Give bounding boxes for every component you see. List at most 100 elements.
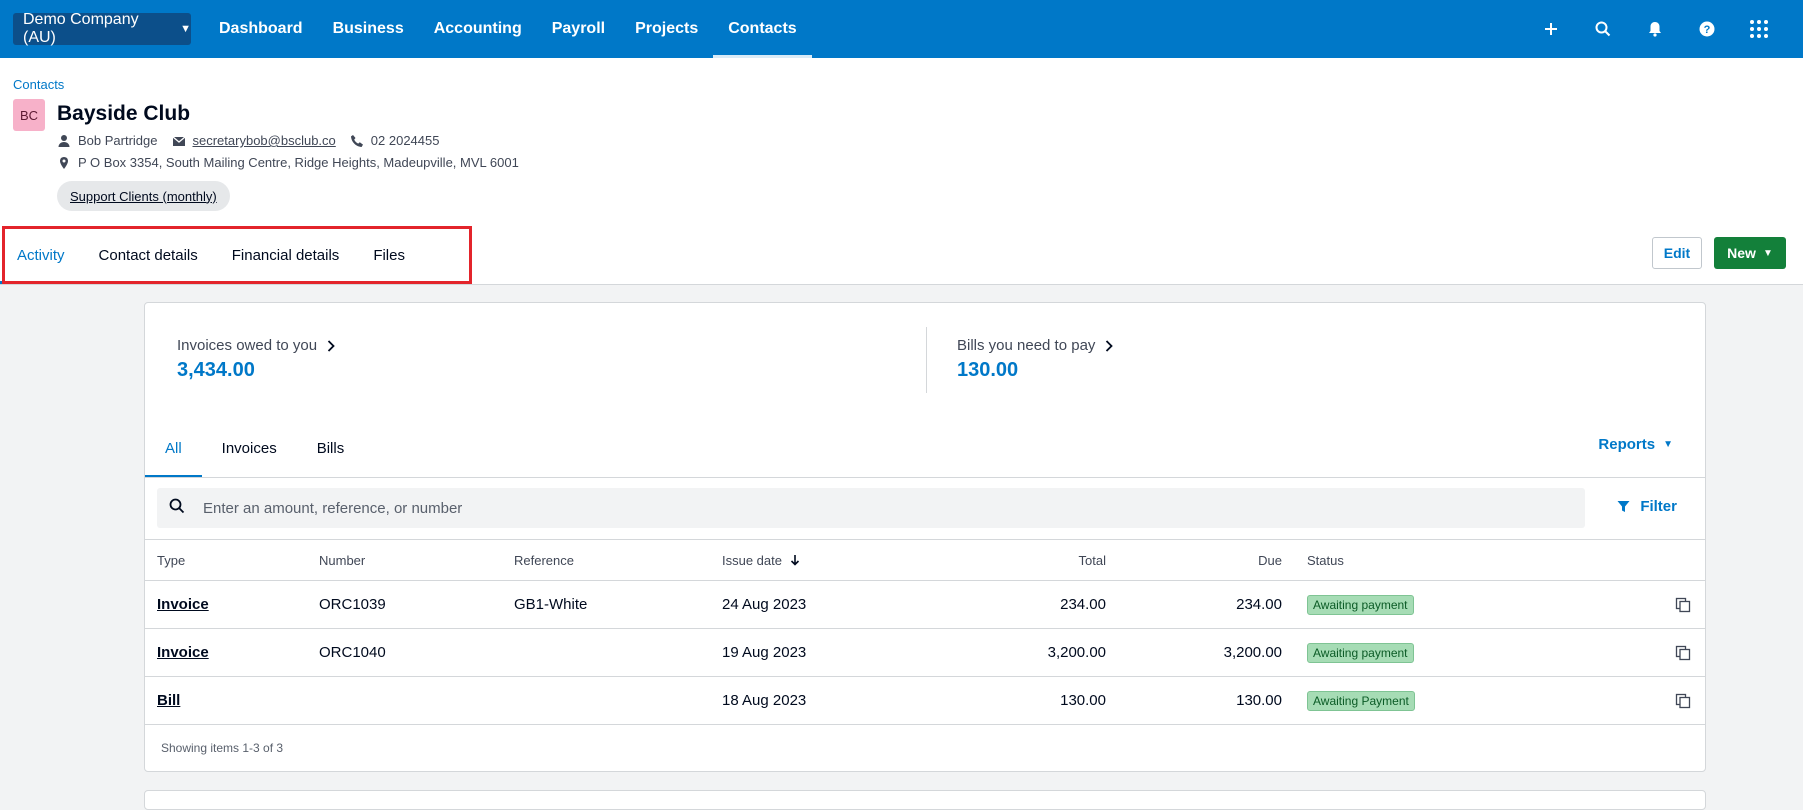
column-issue-date[interactable]: Issue date [722, 540, 800, 580]
contact-address-row: P O Box 3354, South Mailing Centre, Ridg… [57, 155, 519, 170]
row-type-link[interactable]: Bill [157, 692, 180, 709]
nav-payroll[interactable]: Payroll [537, 0, 620, 58]
nav-dashboard[interactable]: Dashboard [204, 0, 318, 58]
tab-files[interactable]: Files [356, 226, 422, 284]
top-navigation-bar: Demo Company (AU) ▼ Dashboard Business A… [0, 0, 1803, 58]
activity-subtabs: All Invoices Bills [145, 420, 364, 478]
contact-person: Bob Partridge [78, 133, 158, 148]
next-card [144, 790, 1706, 810]
main-nav: Dashboard Business Accounting Payroll Pr… [204, 0, 813, 58]
contact-phone: 02 2024455 [370, 133, 440, 148]
contact-tabs: Activity Contact details Financial detai… [0, 226, 422, 284]
filter-icon [1617, 500, 1630, 513]
plus-icon[interactable] [1525, 0, 1577, 58]
bills-to-pay-label: Bills you need to pay [957, 337, 1096, 354]
row-due: 3,200.00 [1223, 644, 1282, 661]
bills-to-pay-value: 130.00 [957, 359, 1019, 381]
invoices-owed-value: 3,434.00 [177, 359, 255, 381]
column-reference[interactable]: Reference [514, 540, 574, 580]
email-icon [172, 134, 186, 148]
bell-icon[interactable] [1629, 0, 1681, 58]
caret-down-icon: ▼ [180, 23, 191, 35]
status-badge: Awaiting payment [1307, 642, 1414, 663]
edit-button[interactable]: Edit [1652, 237, 1702, 269]
bills-to-pay-summary: Bills you need to pay 130.00 [957, 337, 1114, 382]
table-row[interactable]: Invoice ORC1039 GB1-White 24 Aug 2023 23… [145, 581, 1705, 629]
row-type-link[interactable]: Invoice [157, 644, 209, 661]
subtab-invoices[interactable]: Invoices [202, 420, 297, 477]
invoices-owed-label: Invoices owed to you [177, 337, 318, 354]
column-type[interactable]: Type [157, 540, 185, 580]
chevron-right-icon [327, 339, 335, 352]
activity-card: Invoices owed to you 3,434.00 Bills you … [144, 302, 1706, 772]
contact-email-link[interactable]: secretarybob@bsclub.co [193, 133, 336, 148]
column-status[interactable]: Status [1307, 540, 1344, 580]
row-total: 3,200.00 [1047, 644, 1106, 661]
contact-name: Bayside Club [57, 102, 191, 125]
activity-search [157, 488, 1585, 528]
apps-grid-icon[interactable] [1733, 0, 1785, 58]
chevron-right-icon [1105, 339, 1114, 352]
person-icon [57, 134, 71, 148]
nav-projects[interactable]: Projects [620, 0, 713, 58]
invoices-owed-summary: Invoices owed to you 3,434.00 [177, 337, 335, 382]
new-button[interactable]: New ▼ [1714, 237, 1786, 269]
table-row[interactable]: Invoice ORC1040 19 Aug 2023 3,200.00 3,2… [145, 629, 1705, 677]
contact-address: P O Box 3354, South Mailing Centre, Ridg… [78, 155, 519, 170]
status-badge: Awaiting Payment [1307, 690, 1415, 711]
search-icon[interactable] [1577, 0, 1629, 58]
tab-contact-details[interactable]: Contact details [82, 226, 215, 284]
nav-contacts[interactable]: Contacts [713, 0, 813, 58]
nav-accounting[interactable]: Accounting [419, 0, 537, 58]
new-button-label: New [1727, 245, 1756, 261]
column-issue-date-label: Issue date [722, 552, 782, 568]
filter-label: Filter [1640, 498, 1677, 515]
pagination-summary: Showing items 1-3 of 3 [161, 741, 284, 755]
svg-text:?: ? [1704, 24, 1711, 36]
column-total[interactable]: Total [1079, 540, 1106, 580]
tab-financial-details[interactable]: Financial details [215, 226, 357, 284]
row-type-link[interactable]: Invoice [157, 596, 209, 613]
reports-label: Reports [1598, 436, 1656, 453]
subtab-bills[interactable]: Bills [297, 420, 365, 477]
table-row[interactable]: Bill 18 Aug 2023 130.00 130.00 Awaiting … [145, 677, 1705, 725]
bills-to-pay-link[interactable]: Bills you need to pay [957, 337, 1114, 354]
search-icon [169, 498, 185, 519]
subtabs-divider [145, 477, 1705, 478]
caret-down-icon: ▼ [1663, 439, 1673, 450]
top-icons: ? [1525, 0, 1785, 58]
activity-table: Type Number Reference Issue date Total D… [145, 539, 1705, 725]
location-pin-icon [57, 156, 71, 170]
row-issue-date: 18 Aug 2023 [722, 692, 807, 709]
nav-business[interactable]: Business [318, 0, 419, 58]
contact-meta-row: Bob Partridge secretarybob@bsclub.co 02 … [57, 133, 439, 148]
phone-icon [350, 134, 364, 148]
column-number[interactable]: Number [319, 540, 365, 580]
row-issue-date: 24 Aug 2023 [722, 596, 807, 613]
row-due: 234.00 [1236, 596, 1282, 613]
row-total: 130.00 [1060, 692, 1106, 709]
subtab-all[interactable]: All [145, 420, 202, 478]
row-total: 234.00 [1060, 596, 1106, 613]
avatar: BC [13, 99, 45, 131]
breadcrumb-contacts[interactable]: Contacts [13, 77, 64, 92]
tab-activity[interactable]: Activity [0, 226, 82, 284]
caret-down-icon: ▼ [1762, 247, 1773, 259]
organisation-name: Demo Company (AU) [23, 11, 139, 46]
filter-button[interactable]: Filter [1617, 498, 1677, 515]
help-icon[interactable]: ? [1681, 0, 1733, 58]
copy-icon[interactable] [1675, 629, 1691, 676]
invoices-owed-link[interactable]: Invoices owed to you [177, 337, 335, 354]
row-due: 130.00 [1236, 692, 1282, 709]
search-input[interactable] [201, 498, 1505, 518]
copy-icon[interactable] [1675, 677, 1691, 724]
reports-dropdown[interactable]: Reports ▼ [1598, 436, 1673, 453]
contact-group-pill[interactable]: Support Clients (monthly) [57, 181, 230, 211]
row-number: ORC1039 [319, 596, 386, 613]
organisation-switcher[interactable]: Demo Company (AU) ▼ [13, 11, 191, 46]
contact-header: Contacts BC Bayside Club Bob Partridge s… [0, 58, 1803, 285]
column-due[interactable]: Due [1258, 540, 1282, 580]
table-header: Type Number Reference Issue date Total D… [145, 539, 1705, 581]
copy-icon[interactable] [1675, 581, 1691, 628]
row-issue-date: 19 Aug 2023 [722, 644, 807, 661]
